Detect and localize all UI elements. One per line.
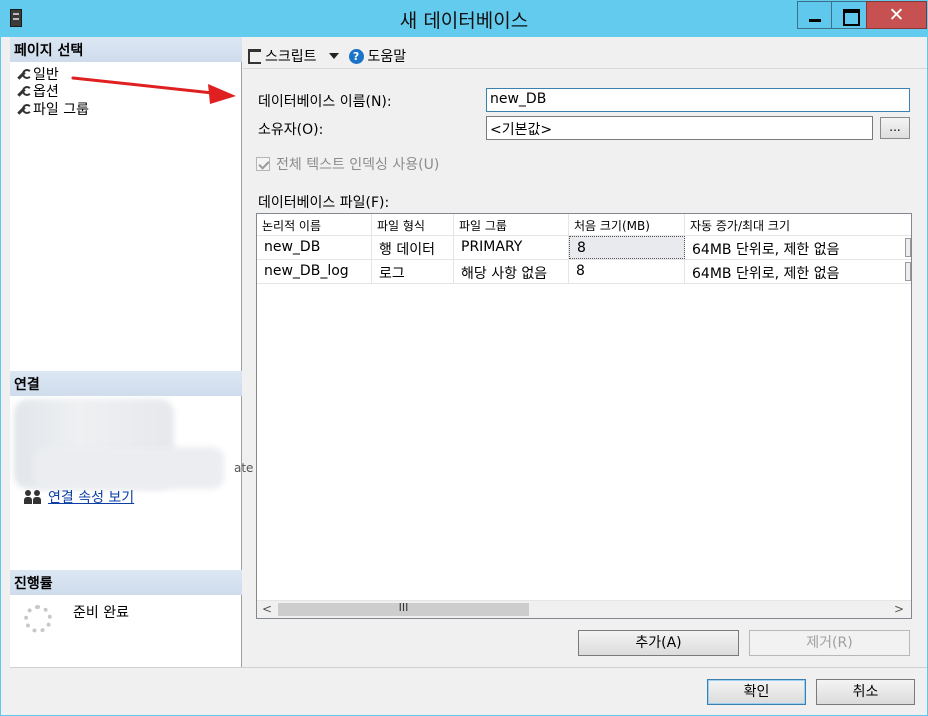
left-panel: 페이지 선택 일반 옵션 파일 그룹 연결 ate 연결 속성 보기 진행률 준… <box>10 37 253 667</box>
cell-logical-name[interactable]: new_DB <box>257 236 372 259</box>
close-icon: ✕ <box>888 4 905 26</box>
table-row[interactable]: new_DB 행 데이터 PRIMARY 8 64MB 단위로, 제한 없음 <box>257 236 911 260</box>
ok-button[interactable]: 확인 <box>707 679 806 705</box>
scroll-thumb[interactable]: III <box>278 601 529 616</box>
dialog-body: 페이지 선택 일반 옵션 파일 그룹 연결 ate 연결 속성 보기 진행률 준… <box>1 37 927 715</box>
autogrowth-edit-button[interactable] <box>905 262 911 281</box>
cell-file-type[interactable]: 행 데이터 <box>372 236 454 259</box>
connection-info-tail: ate <box>234 461 254 475</box>
window-title: 새 데이터베이스 <box>399 10 529 32</box>
minimize-button[interactable] <box>797 1 832 29</box>
help-icon: ? <box>348 48 364 64</box>
owner-input[interactable]: <기본값> <box>486 116 873 140</box>
chevron-down-icon[interactable] <box>328 53 339 59</box>
fulltext-label: 전체 텍스트 인덱싱 사용(U) <box>276 157 440 173</box>
maximize-button[interactable] <box>831 1 867 29</box>
browse-owner-button[interactable]: ... <box>880 117 910 139</box>
cell-filegroup[interactable]: 해당 사항 없음 <box>454 260 569 283</box>
scroll-right-icon[interactable]: > <box>889 601 909 618</box>
grid-header: 논리적 이름 파일 형식 파일 그룹 처음 크기(MB) 자동 증가/최대 크기 <box>257 214 911 236</box>
title-bar[interactable]: 새 데이터베이스 ✕ <box>0 0 928 37</box>
horizontal-scrollbar[interactable]: < III > <box>257 600 911 618</box>
autogrowth-edit-button[interactable] <box>905 238 911 257</box>
progress-spinner-icon <box>24 605 52 633</box>
cell-filegroup[interactable]: PRIMARY <box>454 236 569 259</box>
scroll-grip: III <box>398 601 409 614</box>
dialog-window: 새 데이터베이스 ✕ 페이지 선택 일반 옵션 파일 그룹 연결 ate 연결 … <box>0 0 928 716</box>
scroll-left-icon[interactable]: < <box>257 601 277 618</box>
column-header[interactable]: 파일 그룹 <box>454 214 569 236</box>
cell-autogrowth[interactable]: 64MB 단위로, 제한 없음 <box>685 236 905 259</box>
cancel-button[interactable]: 취소 <box>816 679 915 705</box>
script-icon <box>248 48 261 64</box>
progress-status: 준비 완료 <box>73 605 129 621</box>
connection-link-label: 연결 속성 보기 <box>48 490 135 506</box>
cell-logical-name[interactable]: new_DB_log <box>257 260 372 283</box>
cell-autogrowth[interactable]: 64MB 단위로, 제한 없음 <box>685 260 905 283</box>
cell-initial-size[interactable]: 8 <box>569 260 685 283</box>
bottom-divider <box>243 667 927 668</box>
owner-label: 소유자(O): <box>258 122 324 138</box>
db-files-grid[interactable]: 논리적 이름 파일 형식 파일 그룹 처음 크기(MB) 자동 증가/최대 크기… <box>256 213 912 619</box>
toolbar-divider <box>243 68 927 69</box>
page-item-label: 옵션 <box>33 84 59 100</box>
script-button[interactable]: 스크립트 <box>265 46 317 66</box>
fulltext-checkbox[interactable] <box>256 157 270 171</box>
page-item-options[interactable]: 옵션 <box>16 82 59 100</box>
cell-file-type[interactable]: 로그 <box>372 260 454 283</box>
column-header[interactable]: 처음 크기(MB) <box>569 214 685 236</box>
wrench-icon <box>16 103 32 116</box>
column-header[interactable]: 자동 증가/최대 크기 <box>685 214 911 236</box>
connection-properties-link[interactable]: 연결 속성 보기 <box>24 487 134 507</box>
db-name-label: 데이터베이스 이름(N): <box>258 94 392 110</box>
column-header[interactable]: 파일 형식 <box>372 214 454 236</box>
fulltext-checkbox-row[interactable]: 전체 텍스트 인덱싱 사용(U) <box>256 154 439 174</box>
progress-header: 진행률 <box>10 570 242 595</box>
connection-icon <box>24 490 42 504</box>
page-item-filegroups[interactable]: 파일 그룹 <box>16 100 89 118</box>
toolbar: 스크립트 ? 도움말 <box>248 45 406 67</box>
help-button[interactable]: 도움말 <box>368 46 407 66</box>
cell-initial-size[interactable]: 8 <box>569 236 685 259</box>
column-header[interactable]: 논리적 이름 <box>257 214 372 236</box>
page-item-label: 파일 그룹 <box>33 102 89 118</box>
close-button[interactable]: ✕ <box>866 1 927 29</box>
table-row[interactable]: new_DB_log 로그 해당 사항 없음 8 64MB 단위로, 제한 없음 <box>257 260 911 284</box>
connection-info-redacted <box>14 399 230 491</box>
left-bottom-divider <box>10 667 243 668</box>
wrench-icon <box>16 85 32 98</box>
remove-button[interactable]: 제거(R) <box>749 630 910 656</box>
wrench-icon <box>16 68 32 81</box>
page-select-header: 페이지 선택 <box>10 37 242 62</box>
db-name-input[interactable]: new_DB <box>486 88 910 112</box>
db-files-label: 데이터베이스 파일(F): <box>258 195 390 211</box>
connection-header: 연결 <box>10 371 242 396</box>
add-button[interactable]: 추가(A) <box>578 630 739 656</box>
